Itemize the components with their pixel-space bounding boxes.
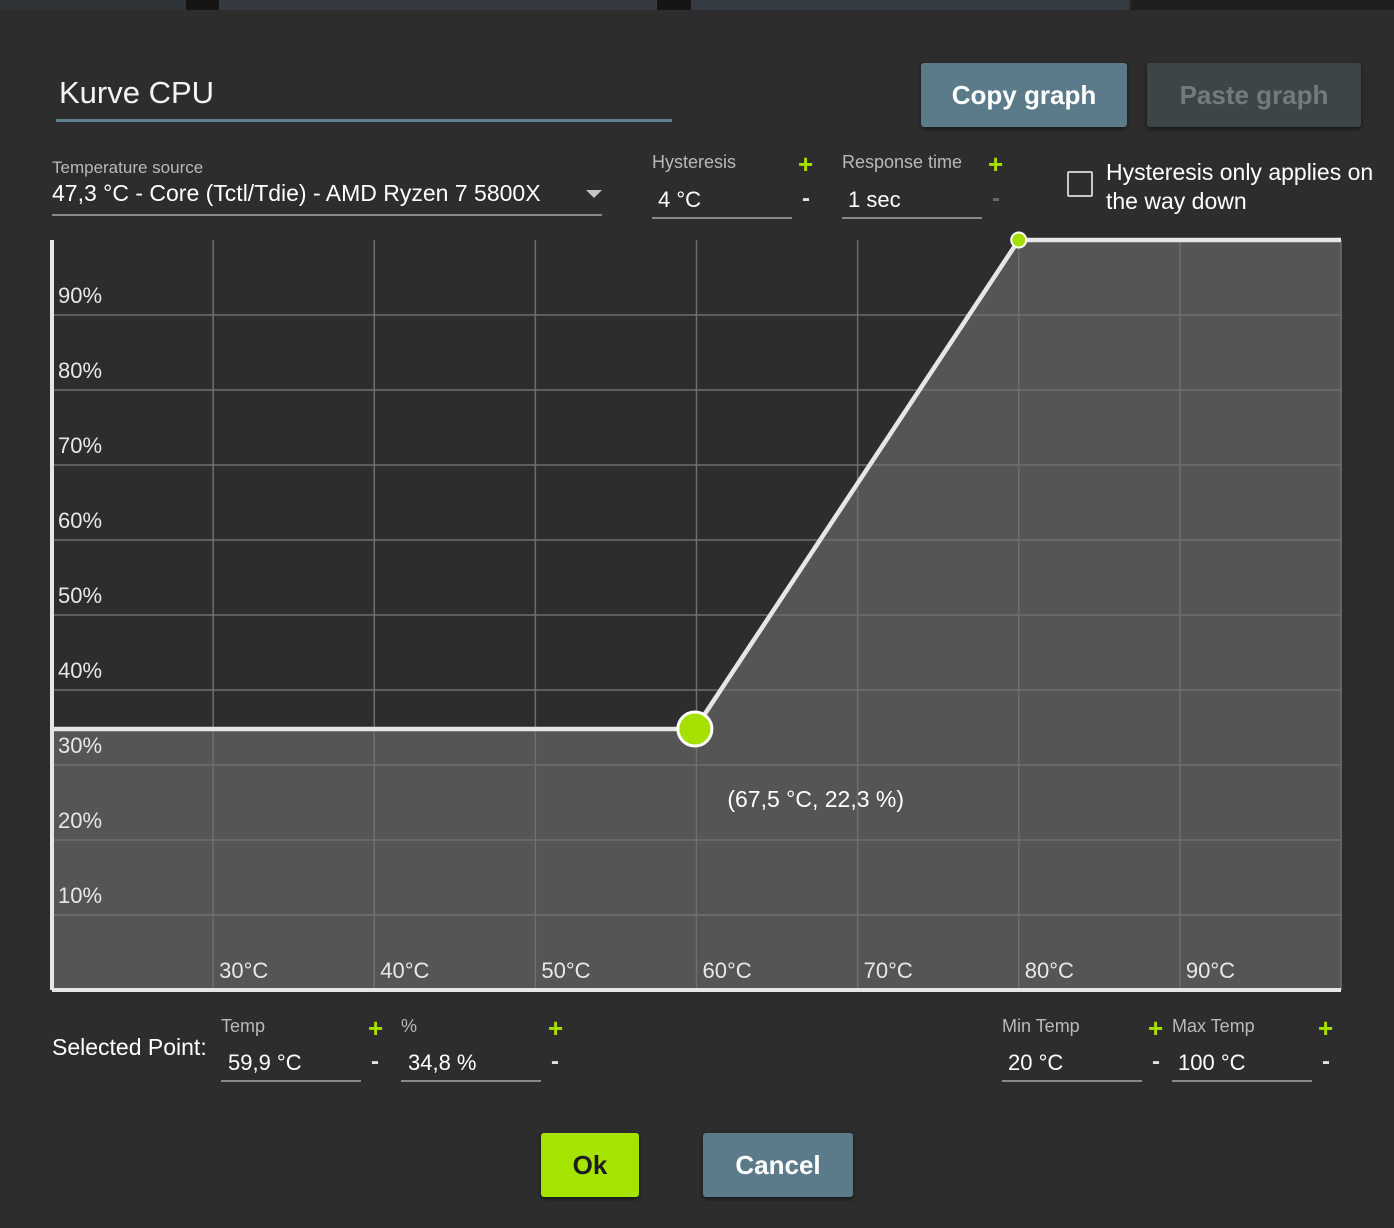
selected-temp-underline (221, 1080, 361, 1082)
max-temp-plus-button[interactable]: + (1318, 1015, 1333, 1041)
selected-curve-point[interactable] (676, 710, 714, 748)
curve-point[interactable] (1010, 231, 1028, 249)
x-tick-label: 30°C (219, 958, 268, 983)
selected-temp-label: Temp (221, 1016, 266, 1036)
y-tick-label: 90% (58, 283, 102, 308)
min-temp-underline (1002, 1080, 1142, 1082)
x-tick-label: 50°C (541, 958, 590, 983)
max-temp-label: Max Temp (1172, 1016, 1255, 1036)
y-tick-label: 30% (58, 733, 102, 758)
selected-percent-input[interactable]: 34,8 % (408, 1050, 477, 1076)
y-tick-label: 20% (58, 808, 102, 833)
min-temp-plus-button[interactable]: + (1148, 1015, 1163, 1041)
selected-percent-minus-button[interactable]: - (551, 1050, 559, 1074)
selected-percent-label: % (401, 1016, 418, 1036)
selected-temp-input[interactable]: 59,9 °C (228, 1050, 302, 1076)
selected-percent-plus-button[interactable]: + (548, 1015, 563, 1041)
x-tick-label: 40°C (380, 958, 429, 983)
y-tick-label: 50% (58, 583, 102, 608)
y-tick-label: 10% (58, 883, 102, 908)
selected-temp-minus-button[interactable]: - (371, 1050, 379, 1074)
min-temp-minus-button[interactable]: - (1152, 1050, 1160, 1074)
x-tick-label: 90°C (1186, 958, 1235, 983)
max-temp-underline (1172, 1080, 1312, 1082)
x-tick-label: 60°C (703, 958, 752, 983)
y-tick-label: 60% (58, 508, 102, 533)
y-axis-labels: 10% 20% 30% 40% 50% 60% 70% 80% 90% (58, 283, 102, 908)
selected-temp-plus-button[interactable]: + (368, 1015, 383, 1041)
max-temp-input[interactable]: 100 °C (1178, 1050, 1246, 1076)
selected-point-label: Selected Point: (52, 1034, 207, 1060)
y-tick-label: 70% (58, 433, 102, 458)
hover-coordinate-label: (67,5 °C, 22,3 %) (727, 786, 904, 812)
min-temp-input[interactable]: 20 °C (1008, 1050, 1063, 1076)
max-temp-minus-button[interactable]: - (1322, 1050, 1330, 1074)
x-tick-label: 80°C (1025, 958, 1074, 983)
x-tick-label: 70°C (864, 958, 913, 983)
y-tick-label: 80% (58, 358, 102, 383)
cancel-button[interactable]: Cancel (703, 1133, 853, 1197)
selected-percent-underline (401, 1080, 541, 1082)
fan-curve-chart[interactable]: 10% 20% 30% 40% 50% 60% 70% 80% 90% 30°C 40°C 50°C… (0, 0, 1394, 1228)
min-temp-label: Min Temp (1002, 1016, 1080, 1036)
y-tick-label: 40% (58, 658, 102, 683)
ok-button[interactable]: Ok (541, 1133, 639, 1197)
